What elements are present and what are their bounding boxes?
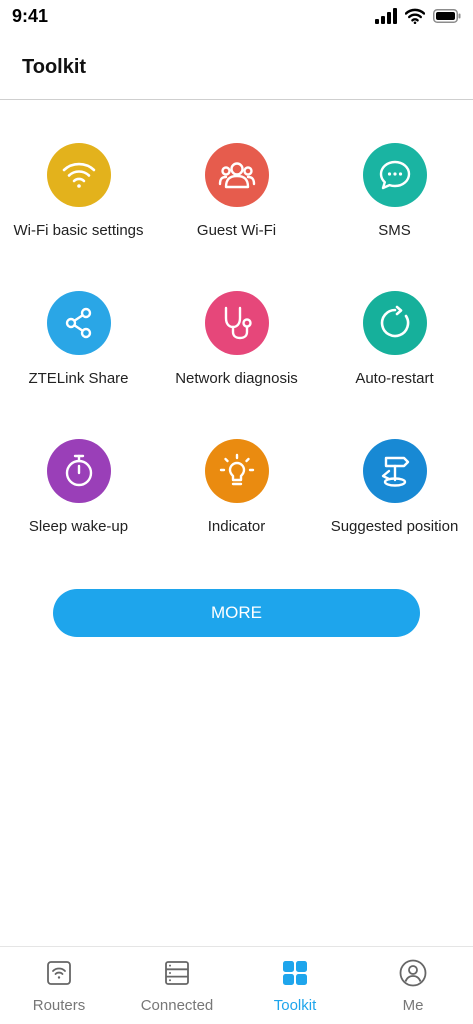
tool-icon-circle bbox=[362, 143, 427, 207]
tool-suggested-position[interactable]: Suggested position bbox=[316, 439, 473, 536]
tool-ztelink-share[interactable]: ZTELink Share bbox=[0, 291, 157, 388]
tab-connected[interactable]: Connected bbox=[118, 959, 236, 1014]
status-bar: 9:41 bbox=[0, 0, 473, 34]
tool-auto-restart[interactable]: Auto-restart bbox=[316, 291, 473, 388]
tool-label: Indicator bbox=[207, 518, 266, 535]
share-icon bbox=[65, 307, 91, 339]
tool-icon-circle bbox=[204, 143, 269, 207]
battery-icon bbox=[433, 9, 461, 23]
header: Toolkit bbox=[0, 34, 473, 100]
page-title: Toolkit bbox=[22, 56, 87, 78]
tab-label: Me bbox=[402, 997, 424, 1014]
chat-bubble-icon bbox=[379, 160, 410, 190]
tool-sms[interactable]: SMS bbox=[316, 143, 473, 240]
tool-icon-circle bbox=[46, 291, 111, 355]
tool-icon-circle bbox=[46, 143, 111, 207]
devices-list-icon bbox=[165, 961, 189, 985]
tool-icon-circle bbox=[204, 291, 269, 355]
guest-users-icon bbox=[218, 162, 255, 189]
tool-icon-circle bbox=[46, 439, 111, 503]
tab-toolkit[interactable]: Toolkit bbox=[236, 959, 354, 1014]
tool-label: SMS bbox=[378, 222, 411, 239]
tool-network-diagnosis[interactable]: Network diagnosis bbox=[158, 291, 315, 388]
wifi-icon bbox=[62, 162, 95, 188]
bottom-tab-bar: Routers Connected Toolkit Me bbox=[0, 946, 473, 1024]
wifi-status-icon bbox=[405, 8, 425, 24]
stethoscope-icon bbox=[224, 306, 252, 340]
more-button[interactable]: MORE bbox=[53, 589, 420, 637]
tool-icon-circle bbox=[362, 439, 427, 503]
tool-guest-wifi[interactable]: Guest Wi-Fi bbox=[158, 143, 315, 240]
tool-label: Sleep wake-up bbox=[28, 518, 129, 535]
tool-indicator[interactable]: Indicator bbox=[158, 439, 315, 536]
user-icon bbox=[399, 959, 427, 987]
tool-wifi-basic-settings[interactable]: Wi-Fi basic settings bbox=[0, 143, 157, 240]
tab-routers[interactable]: Routers bbox=[0, 959, 118, 1014]
tool-sleep-wake-up[interactable]: Sleep wake-up bbox=[0, 439, 157, 536]
status-icons bbox=[375, 8, 461, 24]
signpost-icon bbox=[381, 456, 409, 487]
tool-icon-circle bbox=[204, 439, 269, 503]
tab-label: Toolkit bbox=[273, 997, 317, 1014]
tool-label: Suggested position bbox=[330, 518, 459, 535]
status-time: 9:41 bbox=[12, 6, 49, 26]
tool-label: Network diagnosis bbox=[175, 370, 298, 387]
tool-label: ZTELink Share bbox=[28, 370, 129, 387]
tool-icon-circle bbox=[362, 291, 427, 355]
tab-label: Connected bbox=[140, 997, 214, 1014]
cellular-signal-icon bbox=[375, 8, 397, 24]
router-icon bbox=[47, 961, 71, 985]
tool-label: Guest Wi-Fi bbox=[196, 222, 277, 239]
bulb-icon bbox=[219, 453, 254, 486]
stopwatch-icon bbox=[65, 454, 92, 487]
tool-label: Wi-Fi basic settings bbox=[13, 222, 144, 239]
grid-icon bbox=[283, 961, 307, 985]
tab-label: Routers bbox=[32, 997, 86, 1014]
tool-label: Auto-restart bbox=[355, 370, 434, 387]
restart-icon bbox=[380, 305, 409, 338]
tab-me[interactable]: Me bbox=[354, 959, 472, 1014]
